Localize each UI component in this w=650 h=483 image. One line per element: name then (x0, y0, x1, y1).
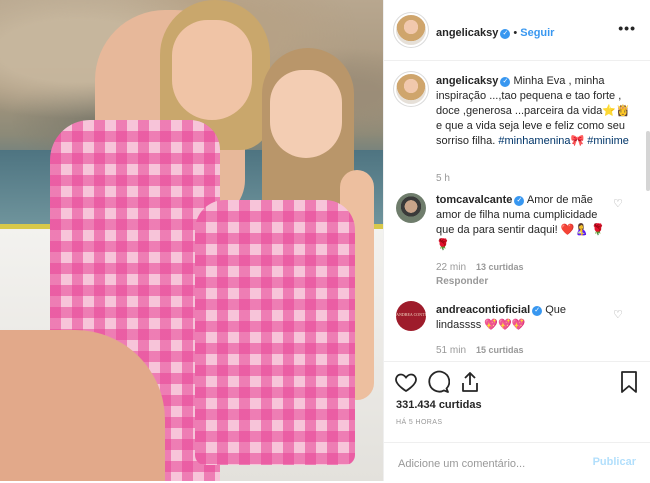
post-header: angelicaksy ✓ • Seguir ••• (384, 0, 650, 61)
photo-gingham-dress (195, 200, 355, 465)
comments-list[interactable]: angelicaksy ✓ Minha Eva , minha inspiraçã… (384, 61, 650, 361)
hashtag-minime[interactable]: #minime (587, 135, 629, 147)
post-photo[interactable] (0, 0, 383, 481)
instagram-post: angelicaksy ✓ • Seguir ••• angelicaksy ✓ Min… (0, 0, 650, 481)
post-side-panel: angelicaksy ✓ • Seguir ••• angelicaksy ✓ Min… (383, 0, 650, 481)
photo-girl-face (270, 70, 342, 158)
like-heart-icon[interactable] (394, 370, 418, 394)
more-options-icon[interactable]: ••• (618, 20, 636, 36)
comment-text-block: andreacontioficial ✓ Que lindassss 💖💖💖 (436, 303, 608, 333)
hashtag-minhamenina[interactable]: #minhamenina🎀 (498, 135, 584, 147)
comment-meta: 51 min 15 curtidas (436, 345, 524, 356)
caption-text-block: angelicaksy ✓ Minha Eva , minha inspiraçã… (436, 74, 631, 149)
avatar-logo-text: ANDREA CONTI (396, 312, 426, 317)
post-actions: 331.434 curtidas HÁ 5 HORAS Publicar (384, 361, 650, 482)
follow-button[interactable]: Seguir (520, 27, 554, 39)
scrollbar[interactable] (646, 131, 650, 191)
verified-icon: ✓ (514, 196, 525, 206)
verified-icon: ✓ (500, 77, 511, 87)
save-bookmark-icon[interactable] (617, 370, 641, 394)
separator-dot: • (513, 27, 518, 39)
author-line: angelicaksy ✓ • Seguir (436, 23, 554, 41)
author-username[interactable]: angelicaksy (436, 27, 498, 39)
verified-icon: ✓ (500, 29, 511, 39)
comment-like-icon[interactable]: ♡ (613, 197, 623, 210)
author-avatar[interactable] (396, 15, 426, 45)
caption-username[interactable]: angelicaksy (436, 75, 498, 87)
post-timestamp[interactable]: HÁ 5 HORAS (396, 419, 442, 426)
verified-icon: ✓ (532, 306, 543, 316)
commenter-avatar[interactable] (396, 193, 426, 223)
comment-username[interactable]: andreacontioficial (436, 304, 530, 316)
publish-button[interactable]: Publicar (593, 456, 636, 468)
reply-button[interactable]: Responder (436, 276, 488, 287)
comment-like-icon[interactable]: ♡ (613, 308, 623, 321)
comment-meta: 22 min 13 curtidas (436, 262, 524, 273)
caption-time[interactable]: 5 h (436, 173, 450, 184)
comment-time[interactable]: 22 min (436, 262, 466, 273)
commenter-avatar[interactable]: ANDREA CONTI (396, 301, 426, 331)
comment-input[interactable] (396, 454, 590, 474)
comment-text-block: tomcavalcante ✓ Amor de mãe amor de filha… (436, 193, 608, 253)
add-comment-bar: Publicar (384, 442, 650, 483)
comment-likes[interactable]: 15 curtidas (476, 345, 524, 355)
photo-woman-face (172, 20, 252, 120)
comment-time[interactable]: 51 min (436, 345, 466, 356)
comment-bubble-icon[interactable] (426, 370, 450, 394)
comment-username[interactable]: tomcavalcante (436, 194, 512, 206)
comment-likes[interactable]: 13 curtidas (476, 262, 524, 272)
share-icon[interactable] (458, 370, 482, 394)
caption-avatar[interactable] (396, 74, 426, 104)
likes-count[interactable]: 331.434 curtidas (396, 399, 482, 411)
